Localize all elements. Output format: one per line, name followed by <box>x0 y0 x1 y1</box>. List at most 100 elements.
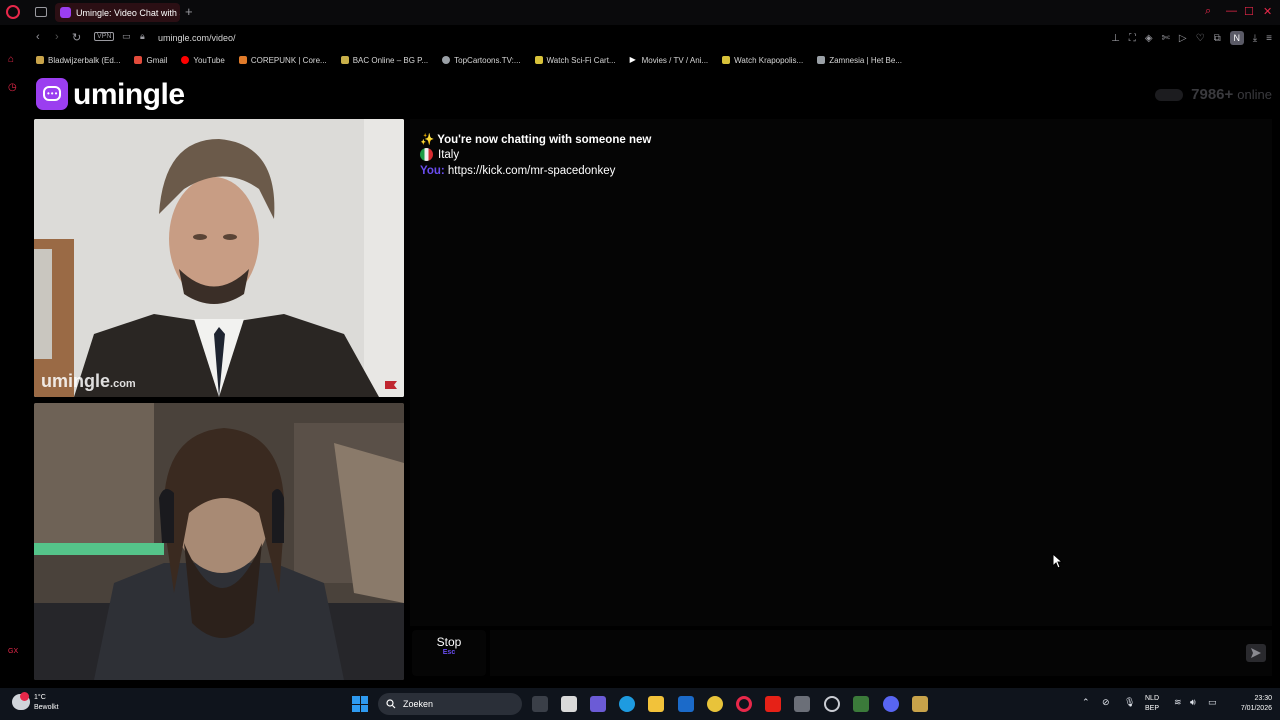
tab-umingle[interactable]: Umingle: Video Chat with S <box>55 3 180 22</box>
corepunk-icon <box>238 56 247 64</box>
taskbar-search[interactable]: Zoeken <box>378 693 522 715</box>
chrome-icon[interactable] <box>707 696 723 712</box>
play-icon: ▶ <box>629 55 636 64</box>
extension-toolbar: ⊥ ⛶ ◈ ✄ ▷ ♡ ⧉ N ⤓ ≡ <box>1111 31 1272 45</box>
profile-avatar[interactable]: N <box>1229 31 1244 45</box>
bookmark-item[interactable]: Zamnesia | Het Be... <box>809 56 908 65</box>
mouse-cursor-icon <box>1052 553 1064 569</box>
bookmark-item[interactable]: Gmail <box>126 56 173 65</box>
weather-alert-badge <box>20 692 29 701</box>
speed-dial-icon[interactable]: ⌂ <box>8 54 14 65</box>
new-tab-icon[interactable]: + <box>185 4 193 19</box>
local-video-frame <box>34 403 404 680</box>
calculator-icon[interactable] <box>794 696 810 712</box>
clock-date: 7/01/2026 <box>1240 705 1272 712</box>
search-label: Zoeken <box>403 699 434 709</box>
site-logo-text[interactable]: umingle <box>73 78 185 112</box>
bookmark-item[interactable]: ▶ Movies / TV / Ani... <box>622 56 715 65</box>
send-button[interactable] <box>1246 644 1266 662</box>
zamnesia-icon <box>817 56 826 64</box>
youtube-icon <box>181 56 190 64</box>
minimize-icon[interactable]: — <box>1226 5 1237 17</box>
search-tabs-icon[interactable]: ⌕ <box>1205 5 1211 18</box>
microphone-icon[interactable]: 🎙︎ <box>1124 697 1135 708</box>
bookmarks-bar: Bladwijzerbalk (Ed... Gmail YouTube CORE… <box>28 52 1280 68</box>
partner-country: Italy <box>420 148 459 161</box>
youtube-app-icon[interactable] <box>765 696 781 712</box>
weather-temperature[interactable]: 1°C <box>34 694 46 701</box>
snapshot-icon[interactable]: ▭ <box>122 31 131 42</box>
file-explorer-icon[interactable] <box>648 696 664 712</box>
tab-list-icon[interactable] <box>35 7 47 17</box>
umingle-logo-icon[interactable]: ••• <box>36 78 68 110</box>
reload-icon[interactable]: ↻ <box>72 31 81 44</box>
tab-title: Umingle: Video Chat with S <box>76 7 180 18</box>
online-count: 7986+ <box>1191 86 1234 103</box>
download-icon[interactable]: ⤓ <box>1253 33 1257 44</box>
forward-icon[interactable]: › <box>55 31 59 43</box>
opera-gx-icon[interactable] <box>736 696 752 712</box>
play-icon[interactable]: ▷ <box>1179 33 1187 44</box>
extension-icon[interactable]: ✄ <box>1162 33 1170 44</box>
bookmark-item[interactable]: YouTube <box>173 56 230 65</box>
volume-icon[interactable]: 🔊︎ <box>1190 697 1196 708</box>
menu-icon[interactable]: ≡ <box>1266 33 1272 44</box>
remote-video: umingle.com <box>34 119 404 397</box>
close-icon[interactable]: ✕ <box>1263 5 1272 18</box>
opera-menu-icon[interactable] <box>6 5 20 19</box>
wifi-icon[interactable]: ≋ <box>1174 697 1182 708</box>
teams-icon[interactable] <box>590 696 606 712</box>
stop-label: Stop <box>436 635 462 649</box>
game-app-icon[interactable] <box>853 696 869 712</box>
bookmark-item[interactable]: Bladwijzerbalk (Ed... <box>28 56 126 65</box>
vpn-badge[interactable]: VPN <box>94 32 115 41</box>
umingle-favicon-icon <box>60 7 71 18</box>
theme-toggle[interactable] <box>1155 88 1184 101</box>
local-video <box>34 403 404 680</box>
pin-icon[interactable]: ⊥ <box>1111 33 1120 44</box>
windows-start-icon[interactable] <box>352 696 368 712</box>
video-watermark: umingle.com <box>41 371 136 391</box>
discord-icon[interactable] <box>883 696 899 712</box>
bookmark-item[interactable]: COREPUNK | Core... <box>231 56 333 65</box>
lock-icon[interactable]: 🔒︎ <box>140 31 145 42</box>
sender-label: You: <box>420 165 445 177</box>
message-input[interactable] <box>490 630 1272 676</box>
search-icon <box>386 699 396 709</box>
system-clock[interactable]: 23:30 7/01/2026 <box>1241 694 1272 714</box>
edge-icon[interactable] <box>619 696 635 712</box>
puzzle-icon[interactable]: ⧉ <box>1214 33 1221 44</box>
topcartoons-icon <box>442 56 451 64</box>
clock-time: 23:30 <box>1254 695 1272 702</box>
message-text[interactable]: https://kick.com/mr-spacedonkey <box>448 165 615 177</box>
bookmark-item[interactable]: TopCartoons.TV:... <box>434 56 526 65</box>
crop-icon[interactable]: ⛶ <box>1129 33 1136 44</box>
steam-icon[interactable] <box>824 696 840 712</box>
bookmark-item[interactable]: Watch Sci-Fi Cart... <box>527 56 622 65</box>
stop-button[interactable]: Stop Esc <box>412 630 486 676</box>
gx-icon[interactable]: GX <box>8 648 18 655</box>
maximize-icon[interactable]: ☐ <box>1244 5 1254 18</box>
tray-overflow-icon[interactable]: ⌃ <box>1082 697 1090 708</box>
heart-icon[interactable]: ♡ <box>1196 33 1205 44</box>
league-icon[interactable] <box>912 696 928 712</box>
italy-flag-icon <box>420 148 433 161</box>
umingle-page: ••• umingle 7986+ online umingle.com ✨ Y… <box>28 70 1280 683</box>
shield-icon[interactable]: ◈ <box>1145 33 1153 44</box>
bookmark-item[interactable]: BAC Online – BG P... <box>333 56 434 65</box>
input-language[interactable]: NLD BEP <box>1145 694 1159 714</box>
outlook-icon[interactable] <box>678 696 694 712</box>
windows-taskbar: 1°C Bewolkt Zoeken ⌃ ⊘ 🎙︎ NLD BEP ≋ 🔊︎ ▭… <box>0 688 1280 720</box>
store-icon[interactable] <box>561 696 577 712</box>
history-icon[interactable]: ◷ <box>8 82 17 93</box>
folder-icon <box>36 56 44 64</box>
battery-icon[interactable]: ▭ <box>1208 697 1217 708</box>
back-icon[interactable]: ‹ <box>36 31 40 43</box>
report-flag-icon[interactable] <box>384 380 398 390</box>
bookmark-item[interactable]: Watch Krapopolis... <box>714 56 809 65</box>
url-field[interactable]: umingle.com/video/ <box>158 33 236 43</box>
tray-app-icon[interactable]: ⊘ <box>1102 697 1110 708</box>
stop-shortcut-hint: Esc <box>442 649 456 656</box>
task-view-icon[interactable] <box>532 696 548 712</box>
weather-description[interactable]: Bewolkt <box>34 704 59 711</box>
